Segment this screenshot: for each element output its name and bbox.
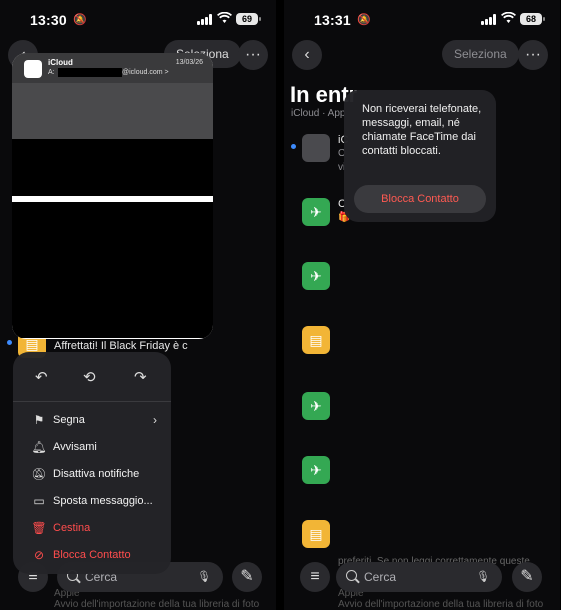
menu-item-label: Blocca Contatto [53, 549, 131, 561]
list-item[interactable]: ✈ [284, 262, 560, 326]
unread-dot [7, 340, 12, 345]
divider [276, 0, 284, 610]
preview-sender: iCloud [48, 58, 73, 67]
search-placeholder: Cerca [364, 570, 397, 584]
menu-item-disattiva-notifiche[interactable]: 🔕︎ Disattiva notifiche [13, 462, 171, 489]
more-options-button[interactable]: ··· [518, 40, 548, 70]
wifi-icon [217, 12, 232, 23]
flag-icon: ⚑ [33, 413, 45, 427]
status-time: 13:30 [30, 12, 67, 28]
wifi-icon [501, 12, 516, 23]
menu-item-label: Segna [53, 414, 85, 426]
forward-icon[interactable]: ↷ [134, 368, 147, 386]
select-button[interactable]: Seleziona [442, 40, 519, 68]
list-item[interactable]: ✈ [284, 392, 560, 456]
more-options-button[interactable]: ··· [238, 40, 268, 70]
reply-actions: ↶ ⟲ ↷ [13, 352, 171, 402]
status-time: 13:31 [314, 12, 351, 28]
context-menu: ↶ ⟲ ↷ ⚑ Segna › 🔔︎ Avvisami 🔕︎ Disattiva… [13, 352, 171, 574]
menu-item-label: Sposta messaggio... [53, 495, 153, 507]
folder-icon: ▭ [33, 494, 45, 508]
plane-icon: ✈ [302, 198, 330, 226]
preview-header: iCloud A: @icloud.com > 13/03/26 [12, 53, 213, 83]
redacted-content [12, 202, 213, 338]
block-contact-button[interactable]: Blocca Contatto [354, 185, 486, 213]
footer-preview: Avvio dell'importazione della tua librer… [338, 599, 544, 610]
silent-bell-icon: 🔕 [73, 14, 87, 26]
menu-item-label: Avvisami [53, 441, 97, 453]
bag-icon: ▤ [302, 326, 330, 354]
search-icon [346, 570, 357, 581]
block-contact-confirmation: Non riceverai telefonate, messaggi, emai… [344, 90, 496, 222]
menu-item-cestina[interactable]: 🗑︎ Cestina [13, 516, 171, 543]
reply-icon[interactable]: ↶ [35, 368, 48, 386]
footer-preview: Avvio dell'importazione della tua librer… [54, 599, 260, 610]
compose-icon[interactable]: ✎ [512, 562, 542, 592]
redacted-address [58, 68, 122, 77]
bell-icon: 🔔︎ [31, 440, 47, 454]
list-item[interactable]: ▤ [284, 326, 560, 390]
preview-date: 13/03/26 [175, 59, 203, 66]
apple-icon [302, 134, 330, 162]
filter-icon[interactable]: ≡ [300, 562, 330, 592]
redacted-content [12, 139, 213, 196]
status-bar: 13:30 🔕 69 [0, 0, 276, 40]
microphone-icon[interactable]: 🎙 [476, 570, 490, 583]
right-screen: 13:31 🔕 68 ‹ Seleziona ··· In entr iClou… [284, 0, 560, 610]
menu-item-label: Cestina [53, 522, 91, 534]
preview-to-domain: @icloud.com > [122, 69, 169, 76]
list-item-preview: Affrettati! Il Black Friday è c [54, 340, 188, 352]
preview-to-label: A: [48, 69, 55, 76]
microphone-icon[interactable]: 🎙 [197, 570, 211, 583]
confirmation-message: Non riceverai telefonate, messaggi, emai… [362, 103, 482, 157]
mail-preview-card[interactable]: iCloud A: @icloud.com > 13/03/26 [12, 53, 213, 339]
bag-icon: ▤ [302, 520, 330, 548]
list-item[interactable]: ✈ [284, 456, 560, 520]
bell-slash-icon: 🔕︎ [31, 467, 47, 481]
plane-icon: ✈ [302, 392, 330, 420]
status-bar: 13:31 🔕 68 [284, 0, 560, 40]
plane-icon: ✈ [302, 456, 330, 484]
preview-band [12, 83, 213, 139]
block-icon: ⊘ [33, 548, 45, 562]
battery-indicator: 68 [520, 13, 545, 25]
bottom-toolbar: ≡ Cerca 🎙 ✎ [284, 560, 560, 596]
search-field[interactable]: Cerca 🎙 [336, 562, 502, 592]
reply-all-icon[interactable]: ⟲ [83, 368, 96, 386]
back-button[interactable]: ‹ [292, 40, 322, 70]
left-screen: 13:30 🔕 69 ‹ Seleziona ··· ▤ Affrettati!… [0, 0, 276, 610]
menu-item-sposta[interactable]: ▭ Sposta messaggio... [13, 489, 171, 516]
apple-logo-icon [24, 60, 42, 78]
menu-item-label: Disattiva notifiche [53, 468, 140, 480]
menu-item-avvisami[interactable]: 🔔︎ Avvisami [13, 435, 171, 462]
menu-item-segna[interactable]: ⚑ Segna › [13, 408, 171, 435]
silent-bell-icon: 🔕 [357, 14, 371, 26]
trash-icon: 🗑︎ [31, 521, 47, 535]
signal-icon [197, 14, 213, 25]
compose-icon[interactable]: ✎ [232, 562, 262, 592]
signal-icon [481, 14, 497, 25]
menu-item-blocca-contatto[interactable]: ⊘ Blocca Contatto [13, 543, 171, 570]
chevron-right-icon: › [153, 413, 157, 427]
plane-icon: ✈ [302, 262, 330, 290]
unread-dot [291, 144, 296, 149]
battery-indicator: 69 [236, 13, 261, 25]
mailbox-subtitle: iCloud · App [291, 108, 346, 119]
